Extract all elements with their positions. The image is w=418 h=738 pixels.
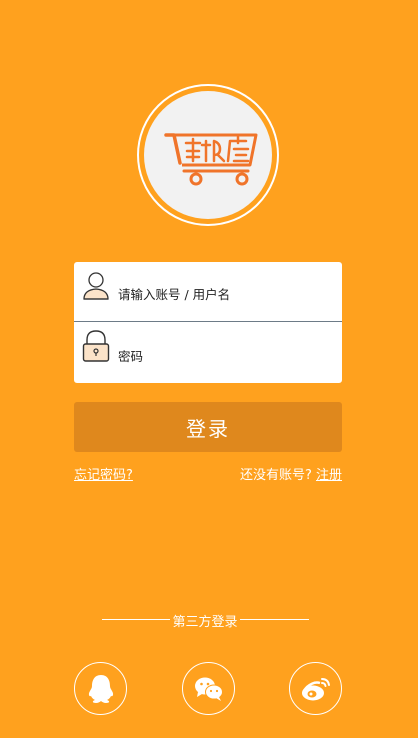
forgot-password-link[interactable]: 忘记密码? [74, 464, 133, 483]
weibo-icon [301, 677, 330, 700]
login-form [74, 262, 342, 383]
qq-icon [88, 674, 113, 703]
third-party-login-label: 第三方登录 [172, 615, 238, 630]
wechat-login-button[interactable] [182, 662, 235, 715]
no-account-text: 还没有账号? [239, 468, 312, 483]
username-input[interactable] [118, 284, 328, 304]
wechat-icon [194, 677, 223, 701]
divider-right [240, 619, 309, 620]
lock-icon [81, 329, 111, 369]
weibo-login-button[interactable] [289, 662, 342, 715]
user-icon [81, 268, 111, 308]
register-link[interactable]: 注册 [316, 468, 342, 483]
shopping-cart-logo-icon [164, 133, 258, 186]
divider-left [102, 619, 170, 620]
logo [144, 91, 272, 219]
login-button[interactable]: 登录 [74, 402, 342, 452]
username-field [74, 262, 342, 322]
password-input[interactable] [118, 346, 328, 366]
password-field [74, 323, 342, 383]
qq-login-button[interactable] [74, 662, 127, 715]
register-row: 还没有账号? 注册 [240, 464, 342, 483]
